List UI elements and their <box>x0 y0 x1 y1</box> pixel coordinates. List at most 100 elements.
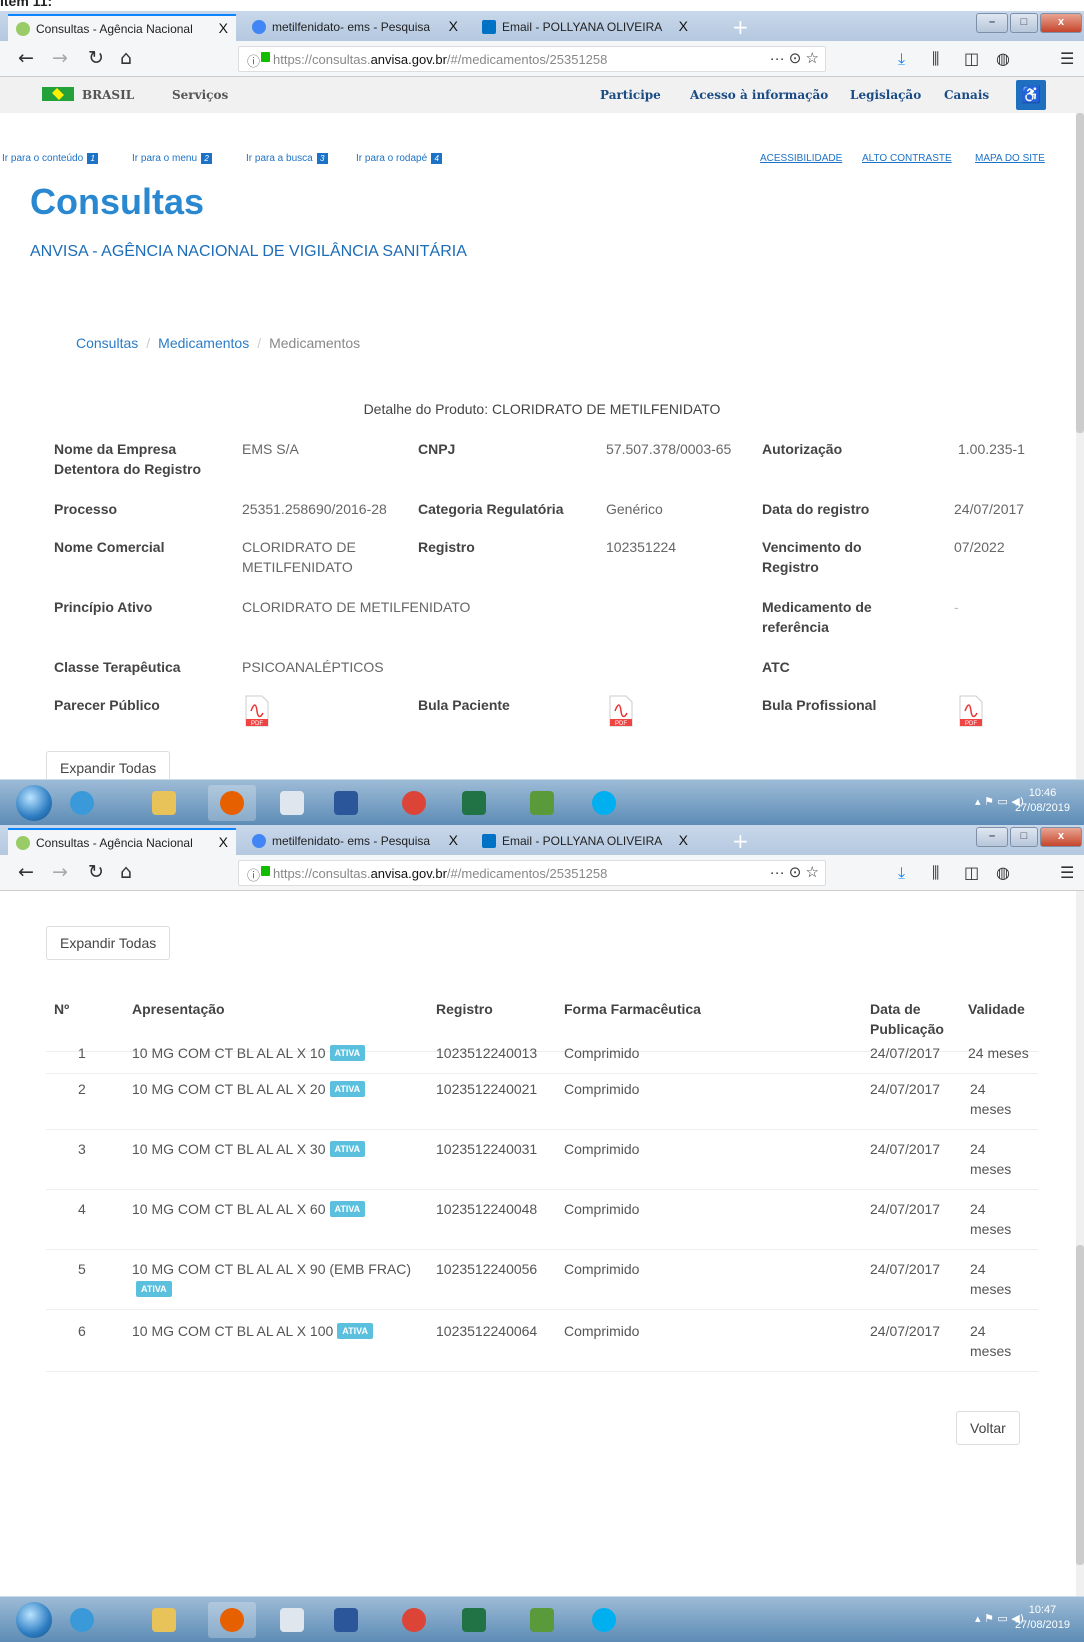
scrollbar-thumb[interactable] <box>1076 113 1084 433</box>
tab-email[interactable]: Email - POLLYANA OLIVEIRA X <box>474 828 696 855</box>
forward-arrow-icon[interactable]: → <box>52 47 68 69</box>
menu-icon[interactable]: ☰ <box>1060 49 1074 68</box>
taskbar-excel[interactable] <box>450 785 498 821</box>
skip-link-rodape[interactable]: Ir para o rodapé 4 <box>356 153 443 164</box>
row-divider <box>46 1073 1038 1074</box>
taskbar-chrome[interactable] <box>390 1602 438 1638</box>
download-icon[interactable]: ⤓ <box>898 863 905 883</box>
google-favicon-icon <box>252 20 266 34</box>
reload-icon[interactable]: ↻ <box>88 861 104 883</box>
close-window-button[interactable]: x <box>1040 827 1082 847</box>
taskbar-skype[interactable] <box>580 1602 628 1638</box>
forward-arrow-icon[interactable]: → <box>52 861 68 883</box>
library-icon[interactable]: ⫼ <box>932 863 939 883</box>
breadcrumb-medicamentos[interactable]: Medicamentos <box>158 335 249 351</box>
tab-pesquisa[interactable]: metilfenidato- ems - Pesquisa X <box>244 828 466 855</box>
new-tab-button[interactable]: + <box>732 15 749 39</box>
close-tab-icon[interactable]: X <box>679 832 688 848</box>
breadcrumb-consultas[interactable]: Consultas <box>76 335 138 351</box>
status-badge: ATIVA <box>329 1081 366 1097</box>
info-icon[interactable]: ⓘ <box>247 865 260 884</box>
cell-registro: 1023512240021 <box>436 1081 538 1097</box>
menu-icon[interactable]: ☰ <box>1060 863 1074 882</box>
sidebar-icon[interactable]: ◫ <box>964 49 979 68</box>
label-autorizacao: Autorização <box>762 441 843 457</box>
taskbar-app[interactable] <box>518 785 566 821</box>
url-bar[interactable]: ⓘ https://consultas.anvisa.gov.br/#/medi… <box>238 46 826 72</box>
skip-link-menu[interactable]: Ir para o menu 2 <box>132 153 213 164</box>
participe-link[interactable]: Participe <box>600 88 661 102</box>
info-icon[interactable]: ⓘ <box>247 51 260 70</box>
taskbar-explorer[interactable] <box>140 785 188 821</box>
clock[interactable]: 10:46 27/08/2019 <box>1015 786 1070 816</box>
bula-profissional-pdf-icon[interactable]: PDF <box>958 695 984 727</box>
acesso-link[interactable]: Acesso à informação <box>690 88 828 102</box>
close-tab-icon[interactable]: X <box>219 834 228 850</box>
url-bar[interactable]: ⓘ https://consultas.anvisa.gov.br/#/medi… <box>238 860 826 886</box>
back-button[interactable]: Voltar <box>956 1411 1020 1445</box>
taskbar-excel[interactable] <box>450 1602 498 1638</box>
skip-link-busca[interactable]: Ir para a busca 3 <box>246 153 328 164</box>
page-actions-icon[interactable]: ··· ⊙ ☆ <box>770 863 819 881</box>
close-tab-icon[interactable]: X <box>679 18 688 34</box>
home-icon[interactable]: ⌂ <box>120 861 132 883</box>
library-icon[interactable]: ⫼ <box>932 49 939 69</box>
back-arrow-icon[interactable]: ← <box>18 47 34 69</box>
taskbar-ie[interactable] <box>58 785 106 821</box>
skip-link-conteudo[interactable]: Ir para o conteúdo 1 <box>2 153 99 164</box>
brasil-link[interactable]: BRASIL <box>82 88 134 102</box>
taskbar-scanner[interactable] <box>268 1602 316 1638</box>
home-icon[interactable]: ⌂ <box>120 47 132 69</box>
label-registro: Registro <box>418 539 475 555</box>
tab-consultas[interactable]: Consultas - Agência Nacional X <box>8 828 236 855</box>
new-tab-button[interactable]: + <box>732 829 749 853</box>
maximize-button[interactable]: □ <box>1010 13 1038 33</box>
reload-icon[interactable]: ↻ <box>88 47 104 69</box>
taskbar-explorer[interactable] <box>140 1602 188 1638</box>
page-actions-icon[interactable]: ··· ⊙ ☆ <box>770 49 819 67</box>
label-parecer: Parecer Público <box>54 697 160 713</box>
extension-icon[interactable]: ◍ <box>996 49 1010 68</box>
cell-registro: 1023512240013 <box>436 1045 538 1061</box>
expand-all-button[interactable]: Expandir Todas <box>46 926 171 960</box>
bula-paciente-pdf-icon[interactable]: PDF <box>608 695 634 727</box>
start-button[interactable] <box>16 785 52 821</box>
tab-pesquisa[interactable]: metilfenidato- ems - Pesquisa X <box>244 14 466 41</box>
taskbar-firefox[interactable] <box>208 785 256 821</box>
cell-numero: 5 <box>78 1261 86 1277</box>
tab-email[interactable]: Email - POLLYANA OLIVEIRA X <box>474 14 696 41</box>
taskbar-scanner[interactable] <box>268 785 316 821</box>
alto-contraste-link[interactable]: ALTO CONTRASTE <box>862 153 952 164</box>
taskbar-ie[interactable] <box>58 1602 106 1638</box>
back-arrow-icon[interactable]: ← <box>18 861 34 883</box>
close-tab-icon[interactable]: X <box>219 20 228 36</box>
tab-consultas[interactable]: Consultas - Agência Nacional X <box>8 14 236 41</box>
parecer-pdf-icon[interactable]: PDF <box>244 695 270 727</box>
scrollbar-thumb[interactable] <box>1076 1245 1084 1565</box>
taskbar-skype[interactable] <box>580 785 628 821</box>
tab-bar: Consultas - Agência Nacional X metilfeni… <box>0 825 1084 855</box>
servicos-link[interactable]: Serviços <box>172 88 228 102</box>
sidebar-icon[interactable]: ◫ <box>964 863 979 882</box>
taskbar-word[interactable] <box>322 1602 370 1638</box>
minimize-button[interactable]: – <box>976 827 1008 847</box>
label-classe: Classe Terapêutica <box>54 659 181 675</box>
taskbar-app[interactable] <box>518 1602 566 1638</box>
start-button[interactable] <box>16 1602 52 1638</box>
clock[interactable]: 10:47 27/08/2019 <box>1015 1603 1070 1633</box>
download-icon[interactable]: ⤓ <box>898 49 905 69</box>
acessibilidade-link[interactable]: ACESSIBILIDADE <box>760 153 842 164</box>
close-tab-icon[interactable]: X <box>449 832 458 848</box>
accessibility-icon[interactable]: ♿ <box>1016 80 1046 110</box>
taskbar-firefox[interactable] <box>208 1602 256 1638</box>
close-window-button[interactable]: x <box>1040 13 1082 33</box>
extension-icon[interactable]: ◍ <box>996 863 1010 882</box>
close-tab-icon[interactable]: X <box>449 18 458 34</box>
taskbar-chrome[interactable] <box>390 785 438 821</box>
taskbar-word[interactable] <box>322 785 370 821</box>
mapa-site-link[interactable]: MAPA DO SITE <box>975 153 1045 164</box>
legislacao-link[interactable]: Legislação <box>850 88 921 102</box>
minimize-button[interactable]: – <box>976 13 1008 33</box>
canais-link[interactable]: Canais <box>944 88 989 102</box>
maximize-button[interactable]: □ <box>1010 827 1038 847</box>
